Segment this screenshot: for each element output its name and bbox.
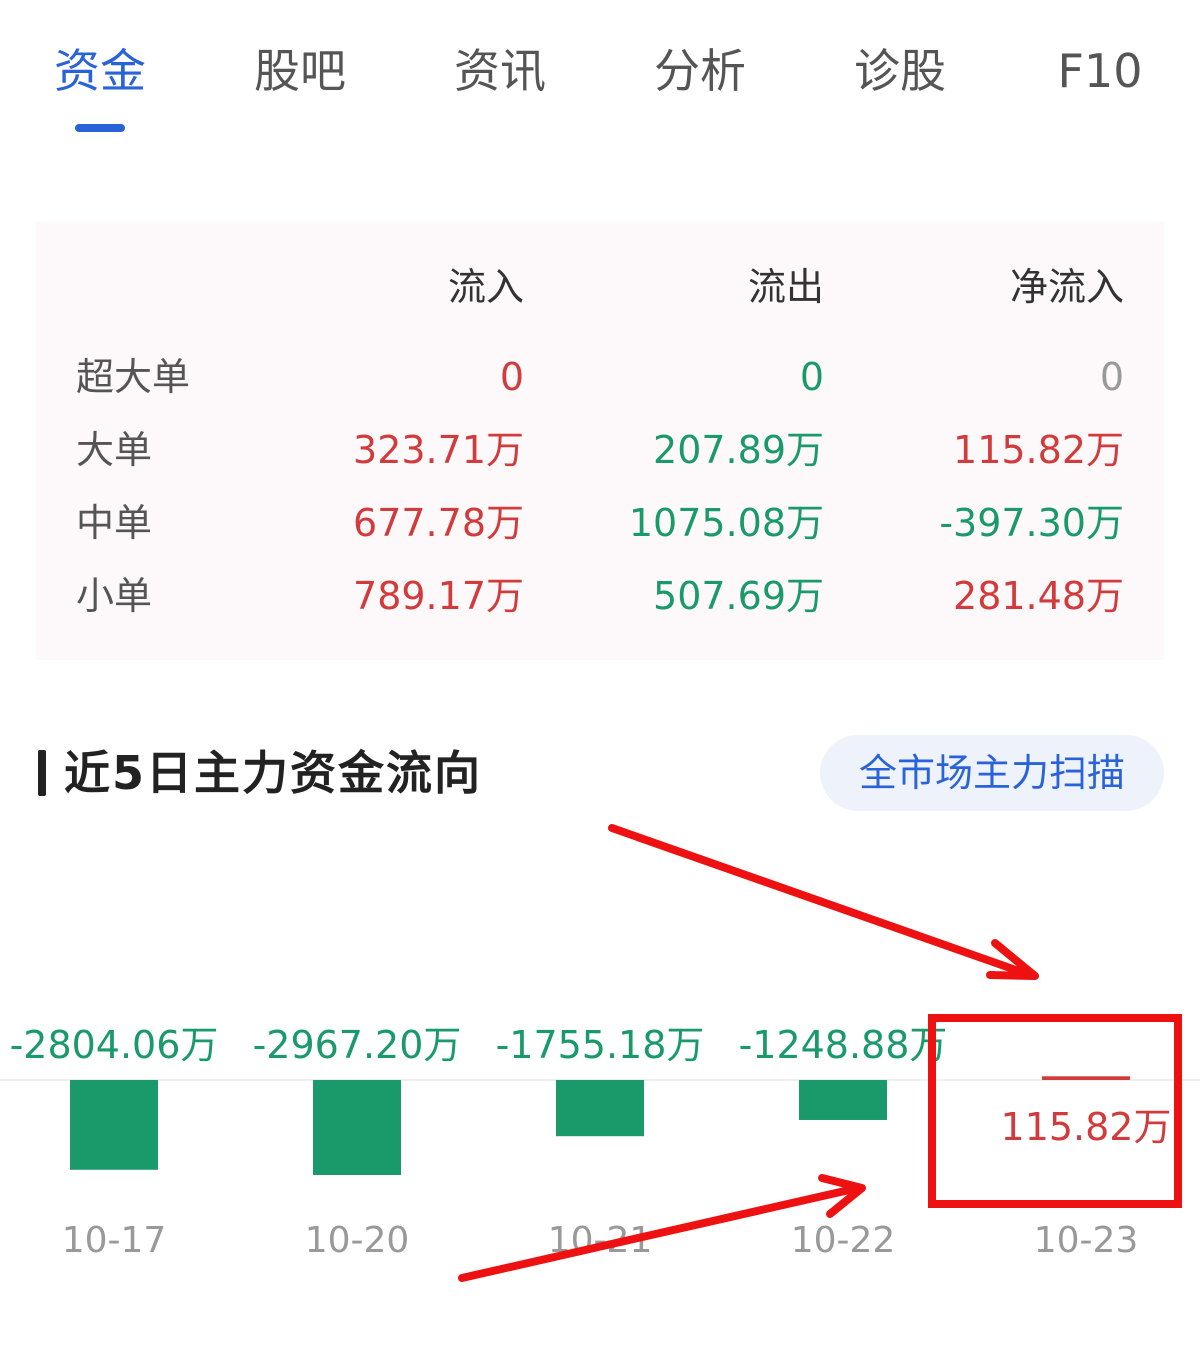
row-label-super-large: 超大单: [76, 355, 191, 399]
tab-news[interactable]: 资讯: [440, 36, 560, 106]
super-large-inflow: 0: [499, 355, 524, 399]
flow-bar-10-23[interactable]: [1042, 1076, 1130, 1080]
money-flow-table: 流入 流出 净流入 超大单 0 0 0 大单 323.71万 207.89万 1…: [36, 222, 1164, 660]
header-outflow: 流出: [747, 265, 824, 309]
x-tick-label: 10-20: [305, 1220, 410, 1261]
small-outflow: 507.69万: [653, 574, 824, 618]
flow-bar-10-21[interactable]: [556, 1080, 644, 1137]
tab-f10[interactable]: F10: [1040, 36, 1160, 106]
annotation-arrow-top: [608, 824, 1039, 980]
super-large-outflow: 0: [799, 355, 824, 399]
bar-value-label: -2967.20万: [253, 1023, 462, 1067]
x-tick-label: 10-17: [62, 1220, 167, 1261]
medium-net: -397.30万: [939, 501, 1124, 545]
super-large-net: 0: [1099, 355, 1124, 399]
large-inflow: 323.71万: [353, 428, 524, 472]
flow-bar-10-22[interactable]: [799, 1080, 887, 1120]
x-tick-label: 10-21: [548, 1220, 653, 1261]
section-title-bar: [38, 750, 46, 796]
flow-bar-10-20[interactable]: [313, 1080, 401, 1175]
medium-outflow: 1075.08万: [628, 501, 824, 545]
small-inflow: 789.17万: [353, 574, 524, 618]
tab-diagnosis[interactable]: 诊股: [840, 36, 960, 106]
x-tick-label: 10-23: [1034, 1220, 1139, 1261]
large-outflow: 207.89万: [653, 428, 824, 472]
tab-bar: 资金 股吧 资讯 分析 诊股 F10: [0, 0, 1200, 140]
market-scan-button[interactable]: 全市场主力扫描: [820, 735, 1164, 811]
flow-bar-10-17[interactable]: [70, 1080, 158, 1170]
section-title: 近5日主力资金流向: [64, 746, 483, 800]
medium-inflow: 677.78万: [353, 501, 524, 545]
active-tab-indicator: [75, 124, 125, 132]
row-label-large: 大单: [76, 428, 153, 472]
x-tick-label: 10-22: [791, 1220, 896, 1261]
header-net-inflow: 净流入: [1009, 265, 1124, 309]
bar-value-label: -1248.88万: [739, 1023, 948, 1067]
large-net: 115.82万: [953, 428, 1124, 472]
row-label-small: 小单: [76, 574, 153, 618]
bar-value-label: -2804.06万: [10, 1023, 219, 1067]
tab-funds[interactable]: 资金: [40, 36, 160, 106]
header-inflow: 流入: [447, 265, 524, 309]
row-label-medium: 中单: [76, 501, 153, 545]
bar-value-label: 115.82万: [1001, 1105, 1172, 1149]
bar-value-label: -1755.18万: [496, 1023, 705, 1067]
tab-analysis[interactable]: 分析: [640, 36, 760, 106]
five-day-flow-chart: -2804.06万 10-17 -2967.20万 10-20 -1755.18万 10-…: [0, 1023, 1200, 1261]
tab-forum[interactable]: 股吧: [240, 36, 360, 106]
small-net: 281.48万: [953, 574, 1124, 618]
